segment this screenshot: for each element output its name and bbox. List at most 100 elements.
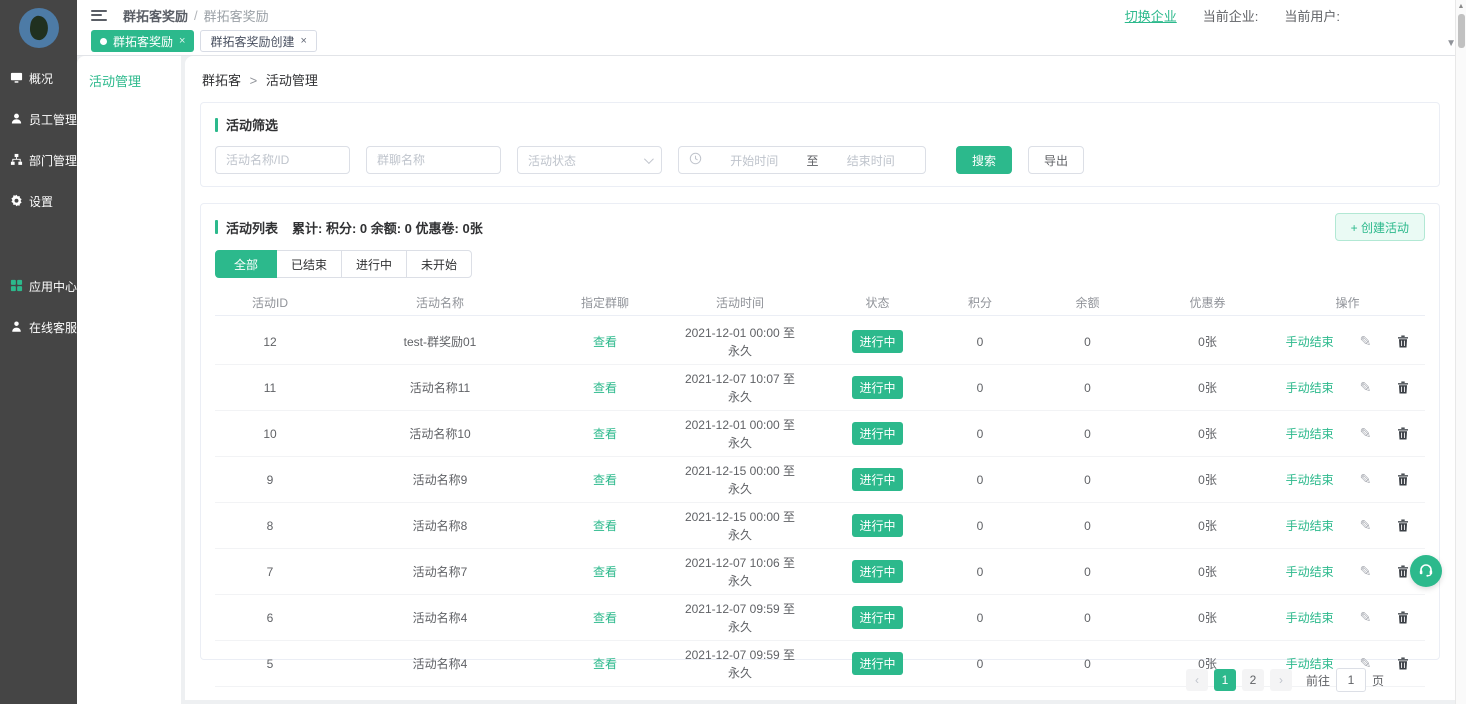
page-breadcrumb-root: 群拓客 <box>202 73 241 88</box>
edit-icon[interactable]: ✎ <box>1360 471 1372 488</box>
view-group-link[interactable]: 查看 <box>593 381 617 395</box>
group-name-input[interactable] <box>366 146 501 174</box>
prev-page-button[interactable]: ‹ <box>1186 669 1208 691</box>
cell-activity-name: 活动名称8 <box>325 517 555 534</box>
status-filter-tabs: 全部 已结束 进行中 未开始 <box>215 250 1425 278</box>
goto-page-input[interactable] <box>1336 668 1366 692</box>
scrollbar-thumb[interactable] <box>1458 14 1465 48</box>
cell-points: 0 <box>930 519 1030 533</box>
page-breadcrumb-separator: > <box>250 73 258 88</box>
search-button[interactable]: 搜索 <box>956 146 1012 174</box>
collapse-menu-icon[interactable] <box>91 10 107 21</box>
delete-icon[interactable] <box>1397 473 1409 486</box>
cell-activity-id: 7 <box>215 565 325 579</box>
tab-not-started[interactable]: 未开始 <box>406 250 472 278</box>
manual-end-link[interactable]: 手动结束 <box>1286 379 1334 396</box>
cell-coupons: 0张 <box>1145 517 1270 534</box>
delete-icon[interactable] <box>1397 519 1409 532</box>
create-activity-button[interactable]: + 创建活动 <box>1335 213 1425 241</box>
status-badge: 进行中 <box>852 422 902 445</box>
activity-table: 活动ID 活动名称 指定群聊 活动时间 状态 积分 余额 优惠券 操作 <box>215 290 1425 659</box>
tab-ended[interactable]: 已结束 <box>276 250 342 278</box>
company-logo[interactable] <box>19 8 59 48</box>
cell-balance: 0 <box>1030 335 1145 349</box>
manual-end-link[interactable]: 手动结束 <box>1286 333 1334 350</box>
view-group-link[interactable]: 查看 <box>593 611 617 625</box>
page-button-2[interactable]: 2 <box>1242 669 1264 691</box>
close-icon[interactable]: × <box>179 35 185 47</box>
next-page-button[interactable]: › <box>1270 669 1292 691</box>
current-company-label: 当前企业: <box>1203 6 1259 25</box>
close-icon[interactable]: × <box>300 35 306 47</box>
manual-end-link[interactable]: 手动结束 <box>1286 471 1334 488</box>
cell-balance: 0 <box>1030 427 1145 441</box>
tab-group-reward-create[interactable]: 群拓客奖励创建 × <box>200 30 316 52</box>
tab-all[interactable]: 全部 <box>215 250 277 278</box>
view-group-link[interactable]: 查看 <box>593 427 617 441</box>
manual-end-link[interactable]: 手动结束 <box>1286 563 1334 580</box>
cell-coupons: 0张 <box>1145 425 1270 442</box>
status-badge: 进行中 <box>852 376 902 399</box>
edit-icon[interactable]: ✎ <box>1360 379 1372 396</box>
edit-icon[interactable]: ✎ <box>1360 333 1372 350</box>
sidebar-item-overview[interactable]: 概况 <box>0 58 77 99</box>
view-group-link[interactable]: 查看 <box>593 335 617 349</box>
tab-in-progress[interactable]: 进行中 <box>341 250 407 278</box>
status-badge: 进行中 <box>852 330 902 353</box>
sidebar-item-label: 部门管理 <box>29 152 77 169</box>
scrollbar[interactable]: ▲ <box>1455 0 1466 704</box>
cell-activity-name: test-群奖励01 <box>325 333 555 350</box>
activity-name-input[interactable] <box>215 146 350 174</box>
delete-icon[interactable] <box>1397 565 1409 578</box>
cell-activity-name: 活动名称7 <box>325 563 555 580</box>
customer-service-button[interactable] <box>1410 555 1442 587</box>
top-bar: 群拓客奖励 / 群拓客奖励 切换企业 当前企业: 当前用户: <box>77 0 1466 30</box>
switch-company-link[interactable]: 切换企业 <box>1125 6 1177 25</box>
cell-coupons: 0张 <box>1145 379 1270 396</box>
edit-icon[interactable]: ✎ <box>1360 517 1372 534</box>
delete-icon[interactable] <box>1397 427 1409 440</box>
tab-group-reward[interactable]: 群拓客奖励 × <box>91 30 194 52</box>
status-select-placeholder: 活动状态 <box>528 152 576 169</box>
date-range-picker[interactable]: 开始时间 至 结束时间 <box>678 146 926 174</box>
view-group-link[interactable]: 查看 <box>593 519 617 533</box>
table-row: 12 test-群奖励01 查看 2021-12-01 00:00 至 永久 进… <box>215 319 1425 365</box>
headset-icon <box>1417 561 1435 582</box>
sidebar-item-app-center[interactable]: 应用中心 <box>0 266 77 307</box>
start-time-placeholder: 开始时间 <box>710 152 799 169</box>
page-button-1[interactable]: 1 <box>1214 669 1236 691</box>
sidebar-item-settings[interactable]: 设置 <box>0 181 77 222</box>
pagination: ‹ 1 2 › 前往 页 <box>200 660 1440 700</box>
sidebar-item-employees[interactable]: 员工管理 <box>0 99 77 140</box>
sidebar-item-label: 员工管理 <box>29 111 77 128</box>
activity-list-card: 活动列表 累计: 积分: 0 余额: 0 优惠卷: 0张 + 创建活动 全部 已… <box>200 203 1440 660</box>
delete-icon[interactable] <box>1397 335 1409 348</box>
delete-icon[interactable] <box>1397 611 1409 624</box>
edit-icon[interactable]: ✎ <box>1360 563 1372 580</box>
submenu-item-activity-management[interactable]: 活动管理 <box>89 71 181 90</box>
cell-balance: 0 <box>1030 519 1145 533</box>
col-target-group: 指定群聊 <box>555 294 655 311</box>
view-group-link[interactable]: 查看 <box>593 565 617 579</box>
manual-end-link[interactable]: 手动结束 <box>1286 517 1334 534</box>
sidebar-item-online-service[interactable]: 在线客服 <box>0 307 77 348</box>
col-actions: 操作 <box>1270 294 1425 311</box>
dashboard-icon <box>10 71 23 87</box>
delete-icon[interactable] <box>1397 381 1409 394</box>
cell-activity-time: 2021-12-07 10:06 至 永久 <box>655 554 825 590</box>
cell-points: 0 <box>930 473 1030 487</box>
table-row: 11 活动名称11 查看 2021-12-07 10:07 至 永久 进行中 0 <box>215 365 1425 411</box>
open-tabs-bar: 群拓客奖励 × 群拓客奖励创建 × ▼ <box>77 30 1466 56</box>
scroll-up-arrow-icon[interactable]: ▲ <box>1456 0 1466 10</box>
activity-status-select[interactable]: 活动状态 <box>517 146 662 174</box>
cell-activity-name: 活动名称11 <box>325 379 555 396</box>
manual-end-link[interactable]: 手动结束 <box>1286 425 1334 442</box>
sidebar-item-departments[interactable]: 部门管理 <box>0 140 77 181</box>
export-button[interactable]: 导出 <box>1028 146 1084 174</box>
table-row: 7 活动名称7 查看 2021-12-07 10:06 至 永久 进行中 0 <box>215 549 1425 595</box>
edit-icon[interactable]: ✎ <box>1360 609 1372 626</box>
view-group-link[interactable]: 查看 <box>593 473 617 487</box>
cell-activity-id: 10 <box>215 427 325 441</box>
manual-end-link[interactable]: 手动结束 <box>1286 609 1334 626</box>
edit-icon[interactable]: ✎ <box>1360 425 1372 442</box>
